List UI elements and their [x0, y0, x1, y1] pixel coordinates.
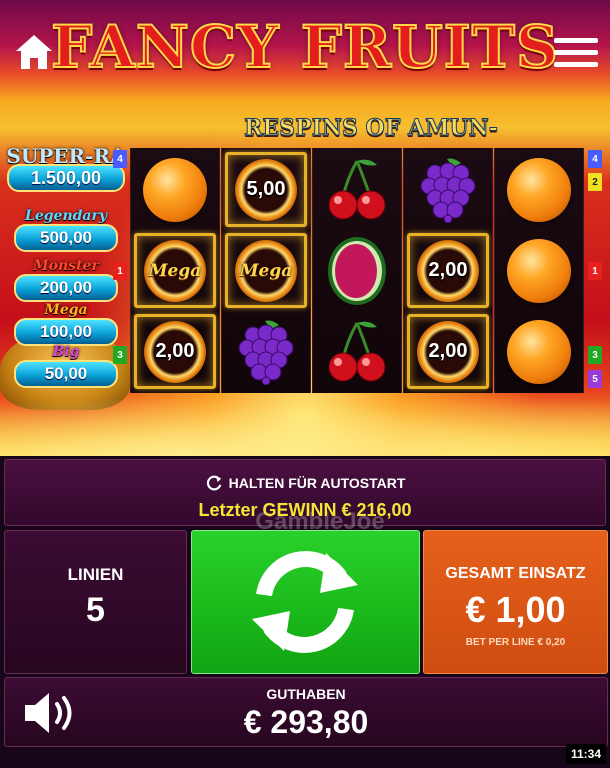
jackpot-label: Monster: [33, 258, 99, 274]
grapes-icon: [238, 320, 294, 385]
refresh-spin-icon: [252, 551, 358, 653]
symbol-orange: [495, 149, 583, 230]
game-subtitle: RESPINS OF AMUN-RE: [244, 115, 499, 174]
info-bar: HALTEN FÜR AUTOSTART GambleJoe Letzter G…: [4, 459, 606, 535]
win-frame: [225, 233, 307, 308]
jackpot-monster: Monster 200,00: [4, 258, 128, 302]
bet-per-line: BET PER LINE € 0,20: [465, 637, 566, 648]
payline-tag: 1: [113, 262, 127, 280]
win-frame: [407, 233, 489, 308]
win-frame: [134, 314, 216, 389]
symbol-orange: [495, 230, 583, 311]
reel-grid: Mega 2,00 5,00 Mega 2,00 2,00: [130, 148, 585, 393]
status-clock: 11:34: [566, 744, 606, 764]
symbol-coin: 2,00: [131, 311, 219, 392]
balance-value: € 293,80: [243, 704, 369, 740]
jackpot-value: 100,00: [14, 318, 118, 346]
jackpot-mega: Mega 100,00: [4, 302, 128, 346]
payline-tag: 1: [588, 262, 602, 280]
symbol-orange: [131, 149, 219, 230]
jackpot-label: Legendary: [25, 208, 107, 224]
hamburger-line: [554, 62, 598, 67]
game-title: FANCY FRUITS: [50, 12, 559, 82]
autostart-label: HALTEN FÜR AUTOSTART: [228, 475, 406, 491]
jackpot-value: 1.500,00: [7, 164, 125, 192]
orange-icon: [143, 157, 207, 222]
win-frame: [134, 233, 216, 308]
symbol-coin: 5,00: [222, 149, 310, 230]
jackpot-value: 50,00: [14, 360, 118, 388]
orange-icon: [507, 238, 571, 303]
symbol-grapes: [404, 149, 492, 230]
symbol-coin: 2,00: [404, 230, 492, 311]
balance-label: GUTHABEN: [266, 686, 346, 702]
jackpot-value: 500,00: [14, 224, 118, 252]
menu-button[interactable]: [554, 38, 598, 72]
control-panel: HALTEN FÜR AUTOSTART GambleJoe Letzter G…: [0, 456, 610, 768]
grapes-icon: [420, 158, 476, 223]
jackpot-label: SUPER-RA: [6, 144, 126, 168]
balance-bar: GUTHABEN € 293,80: [4, 677, 608, 747]
jackpot-panel: SUPER-RA 1.500,00 Legendary 500,00 Monst…: [4, 144, 128, 388]
symbol-mega-coin: Mega: [222, 230, 310, 311]
jackpot-label: Mega: [44, 302, 88, 318]
spin-button[interactable]: [191, 530, 420, 674]
payline-tag: 4: [588, 150, 602, 168]
win-frame: [225, 152, 307, 227]
payline-tag: 3: [588, 346, 602, 364]
symbol-melon: [313, 230, 401, 311]
jackpot-value: 200,00: [14, 274, 118, 302]
payline-tag: 4: [113, 150, 127, 168]
reel-3: [312, 148, 402, 393]
autostart-refresh-icon: [206, 475, 221, 491]
symbol-cherry: [313, 149, 401, 230]
cherry-icon: [328, 159, 386, 219]
orange-icon: [507, 157, 571, 222]
payline-tag: 5: [588, 370, 602, 388]
jackpot-legendary: Legendary 500,00: [4, 208, 128, 252]
autostart-hint[interactable]: HALTEN FÜR AUTOSTART: [5, 474, 605, 492]
jackpot-super-ra: SUPER-RA 1.500,00: [4, 144, 128, 192]
lines-value: 5: [86, 591, 105, 629]
jackpot-label: Big: [52, 344, 80, 360]
hamburger-menu-icon: [554, 38, 598, 43]
reel-4: 2,00 2,00: [403, 148, 493, 393]
hamburger-line: [554, 50, 598, 55]
watermelon-icon: [328, 236, 386, 305]
symbol-cherry: [313, 311, 401, 392]
payline-tag: 2: [588, 173, 602, 191]
bet-label: GESAMT EINSATZ: [445, 565, 586, 582]
last-win-text: Letzter GEWINN € 216,00: [198, 500, 412, 520]
lines-label: LINIEN: [67, 565, 124, 584]
symbol-orange: [495, 311, 583, 392]
reel-2: 5,00 Mega: [221, 148, 311, 393]
payline-tag: 3: [113, 346, 127, 364]
symbol-grapes: [222, 311, 310, 392]
win-frame: [407, 314, 489, 389]
cherry-icon: [328, 321, 386, 381]
reel-5: [494, 148, 584, 393]
reel-1: Mega 2,00: [130, 148, 220, 393]
lines-selector[interactable]: LINIEN 5: [4, 530, 187, 674]
total-bet-selector[interactable]: GESAMT EINSATZ € 1,00 BET PER LINE € 0,2…: [423, 530, 608, 674]
orange-icon: [507, 319, 571, 384]
game-area: FANCY FRUITS RESPINS OF AMUN-RE SUPER-RA…: [0, 0, 610, 456]
jackpot-big: Big 50,00: [4, 344, 128, 388]
symbol-mega-coin: Mega: [131, 230, 219, 311]
bet-value: € 1,00: [465, 589, 566, 630]
symbol-coin: 2,00: [404, 311, 492, 392]
